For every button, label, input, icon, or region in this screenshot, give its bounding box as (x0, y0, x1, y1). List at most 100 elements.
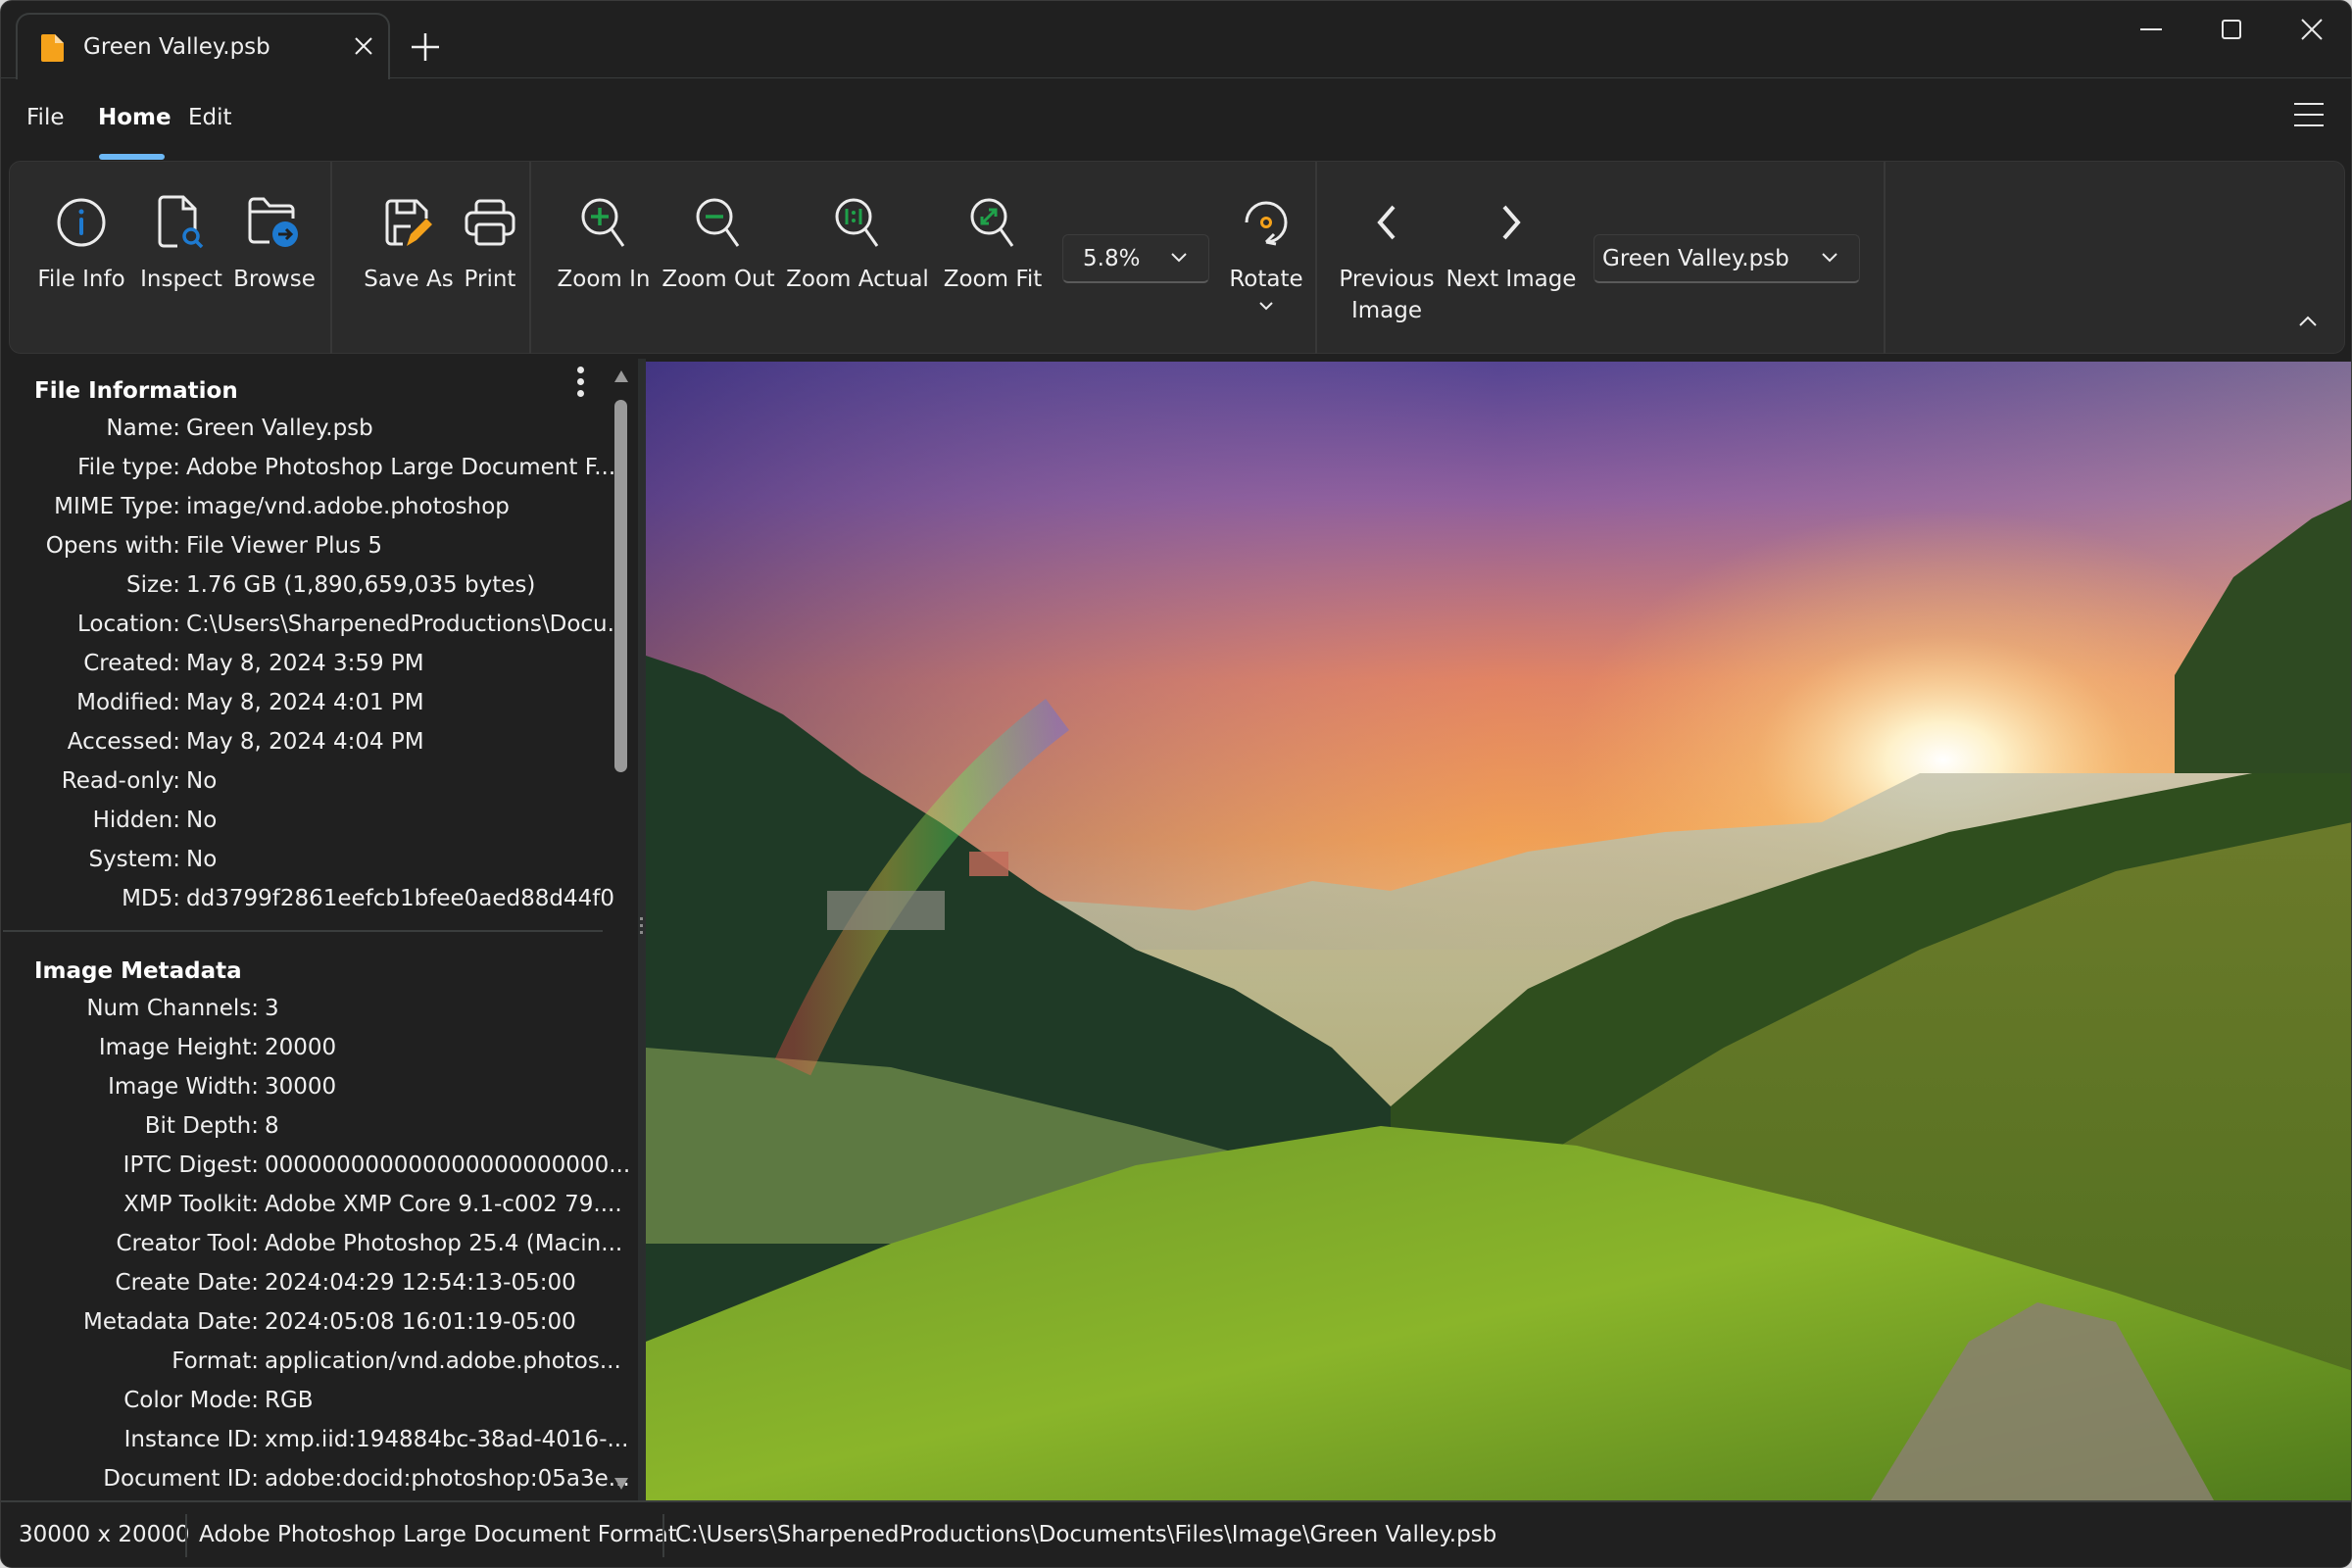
info-key: Instance ID: (123, 1427, 259, 1452)
next-image-label: Next Image (1446, 267, 1577, 292)
image-viewer[interactable] (646, 362, 2351, 1500)
hamburger-icon (2294, 103, 2324, 105)
scroll-up-arrow[interactable] (614, 370, 628, 382)
info-key: Modified: (76, 690, 180, 715)
info-key: XMP Toolkit: (123, 1192, 259, 1217)
info-value: Adobe XMP Core 9.1-c002 79.... (265, 1192, 622, 1217)
chevron-down-icon (1171, 253, 1187, 263)
info-key: Num Channels: (86, 996, 259, 1021)
print-icon (465, 199, 515, 246)
browse-button[interactable]: Browse (225, 183, 323, 340)
info-key: Size: (126, 572, 180, 598)
status-format: Adobe Photoshop Large Document Format (199, 1522, 677, 1547)
info-row: System: No (1, 847, 601, 886)
info-value: 8 (265, 1113, 279, 1139)
scrollbar-thumb[interactable] (614, 400, 627, 772)
info-value: 000000000000000000000000... (265, 1152, 631, 1178)
image-metadata-heading: Image Metadata (34, 958, 242, 984)
close-tab-button[interactable] (346, 28, 381, 64)
info-row: XMP Toolkit: Adobe XMP Core 9.1-c002 79..… (1, 1192, 622, 1231)
info-key: Created: (83, 651, 180, 676)
panel-splitter[interactable] (638, 359, 646, 1500)
image-select-dropdown[interactable]: Green Valley.psb (1593, 234, 1860, 283)
zoom-out-button[interactable]: Zoom Out (657, 183, 780, 340)
zoom-fit-button[interactable]: Zoom Fit (935, 183, 1051, 340)
panel-options-button[interactable] (573, 367, 587, 402)
info-row: MIME Type: image/vnd.adobe.photoshop (1, 494, 601, 533)
browse-label: Browse (233, 267, 316, 292)
previous-image-label-line1: Previous (1339, 267, 1435, 292)
active-menu-indicator (99, 154, 165, 160)
maximize-button[interactable] (2192, 1, 2271, 58)
rotate-button[interactable]: Rotate (1217, 183, 1315, 340)
zoom-in-button[interactable]: Zoom In (547, 183, 661, 340)
info-value: May 8, 2024 3:59 PM (186, 651, 424, 676)
landscape-photo (646, 362, 2351, 1500)
zoom-in-icon (581, 198, 625, 247)
info-row: Instance ID: xmp.iid:194884bc-38ad-4016-.… (1, 1427, 629, 1466)
collapse-ribbon-button[interactable] (2293, 307, 2323, 336)
inspect-button[interactable]: Inspect (132, 183, 230, 340)
file-info-button[interactable]: File Info (27, 183, 135, 340)
info-row: Color Mode: RGB (1, 1388, 601, 1427)
info-row: Modified: May 8, 2024 4:01 PM (1, 690, 601, 729)
tab-bar: Green Valley.psb (1, 1, 2351, 79)
info-row: Create Date: 2024:04:29 12:54:13-05:00 (1, 1270, 601, 1309)
chevron-down-icon (1822, 253, 1838, 263)
info-value: 1.76 GB (1,890,659,035 bytes) (186, 572, 536, 598)
info-key: Format: (172, 1348, 259, 1374)
info-value: Adobe Photoshop 25.4 (Macin... (265, 1231, 623, 1256)
menu-edit[interactable]: Edit (188, 105, 232, 130)
print-label: Print (464, 267, 516, 292)
info-key: Hidden: (92, 808, 180, 833)
info-key: Read-only: (61, 768, 180, 794)
next-image-button[interactable]: Next Image (1443, 183, 1580, 340)
zoom-out-label: Zoom Out (662, 267, 775, 292)
minimize-button[interactable] (2112, 1, 2190, 58)
info-value: No (186, 847, 218, 872)
zoom-actual-icon (835, 198, 879, 247)
menu-home[interactable]: Home (98, 105, 172, 130)
document-icon (41, 34, 64, 62)
menu-file[interactable]: File (26, 105, 65, 130)
info-value: adobe:docid:photoshop:05a3e... (265, 1466, 630, 1492)
chevron-down-icon (1259, 302, 1273, 311)
info-value: 30000 (265, 1074, 337, 1100)
info-value: application/vnd.adobe.photos... (265, 1348, 621, 1374)
info-key: Opens with: (45, 533, 180, 559)
info-row: File type: Adobe Photoshop Large Document… (1, 455, 615, 494)
info-row: Creator Tool: Adobe Photoshop 25.4 (Macin… (1, 1231, 622, 1270)
close-icon (355, 37, 372, 55)
new-tab-button[interactable] (403, 24, 448, 70)
chevron-left-icon (1377, 205, 1396, 240)
zoom-actual-button[interactable]: Zoom Actual (784, 183, 931, 340)
document-tab[interactable]: Green Valley.psb (16, 13, 390, 79)
plus-icon (412, 33, 439, 61)
inspect-file-icon (158, 195, 204, 249)
section-divider (3, 930, 603, 932)
print-button[interactable]: Print (451, 183, 529, 340)
active-tab-mask (18, 76, 388, 79)
previous-image-button[interactable]: Previous Image (1333, 183, 1441, 340)
image-select-value: Green Valley.psb (1602, 245, 1789, 271)
info-key: Bit Depth: (144, 1113, 259, 1139)
info-row: Image Width: 30000 (1, 1074, 601, 1113)
info-row: Metadata Date: 2024:05:08 16:01:19-05:00 (1, 1309, 601, 1348)
info-key: Creator Tool: (116, 1231, 259, 1256)
info-row: Name: Green Valley.psb (1, 416, 601, 455)
zoom-level-dropdown[interactable]: 5.8% (1062, 234, 1209, 283)
info-key: Color Mode: (123, 1388, 259, 1413)
rotate-label: Rotate (1229, 267, 1303, 292)
info-row: Document ID: adobe:docid:photoshop:05a3e.… (1, 1466, 629, 1500)
info-value: dd3799f2861eefcb1bfee0aed88d44f0 (186, 886, 614, 911)
info-row: Location: C:\Users\SharpenedProductions\D… (1, 612, 629, 651)
scroll-down-arrow[interactable] (614, 1478, 628, 1490)
hamburger-menu-button[interactable] (2294, 103, 2328, 130)
info-value: Green Valley.psb (186, 416, 373, 441)
status-path: C:\Users\SharpenedProductions\Documents\… (675, 1522, 1497, 1547)
save-as-button[interactable]: Save As (355, 183, 463, 340)
rotate-icon (1245, 201, 1288, 246)
close-window-button[interactable] (2273, 1, 2351, 58)
info-row: Image Height: 20000 (1, 1035, 601, 1074)
file-info-label: File Info (37, 267, 125, 292)
